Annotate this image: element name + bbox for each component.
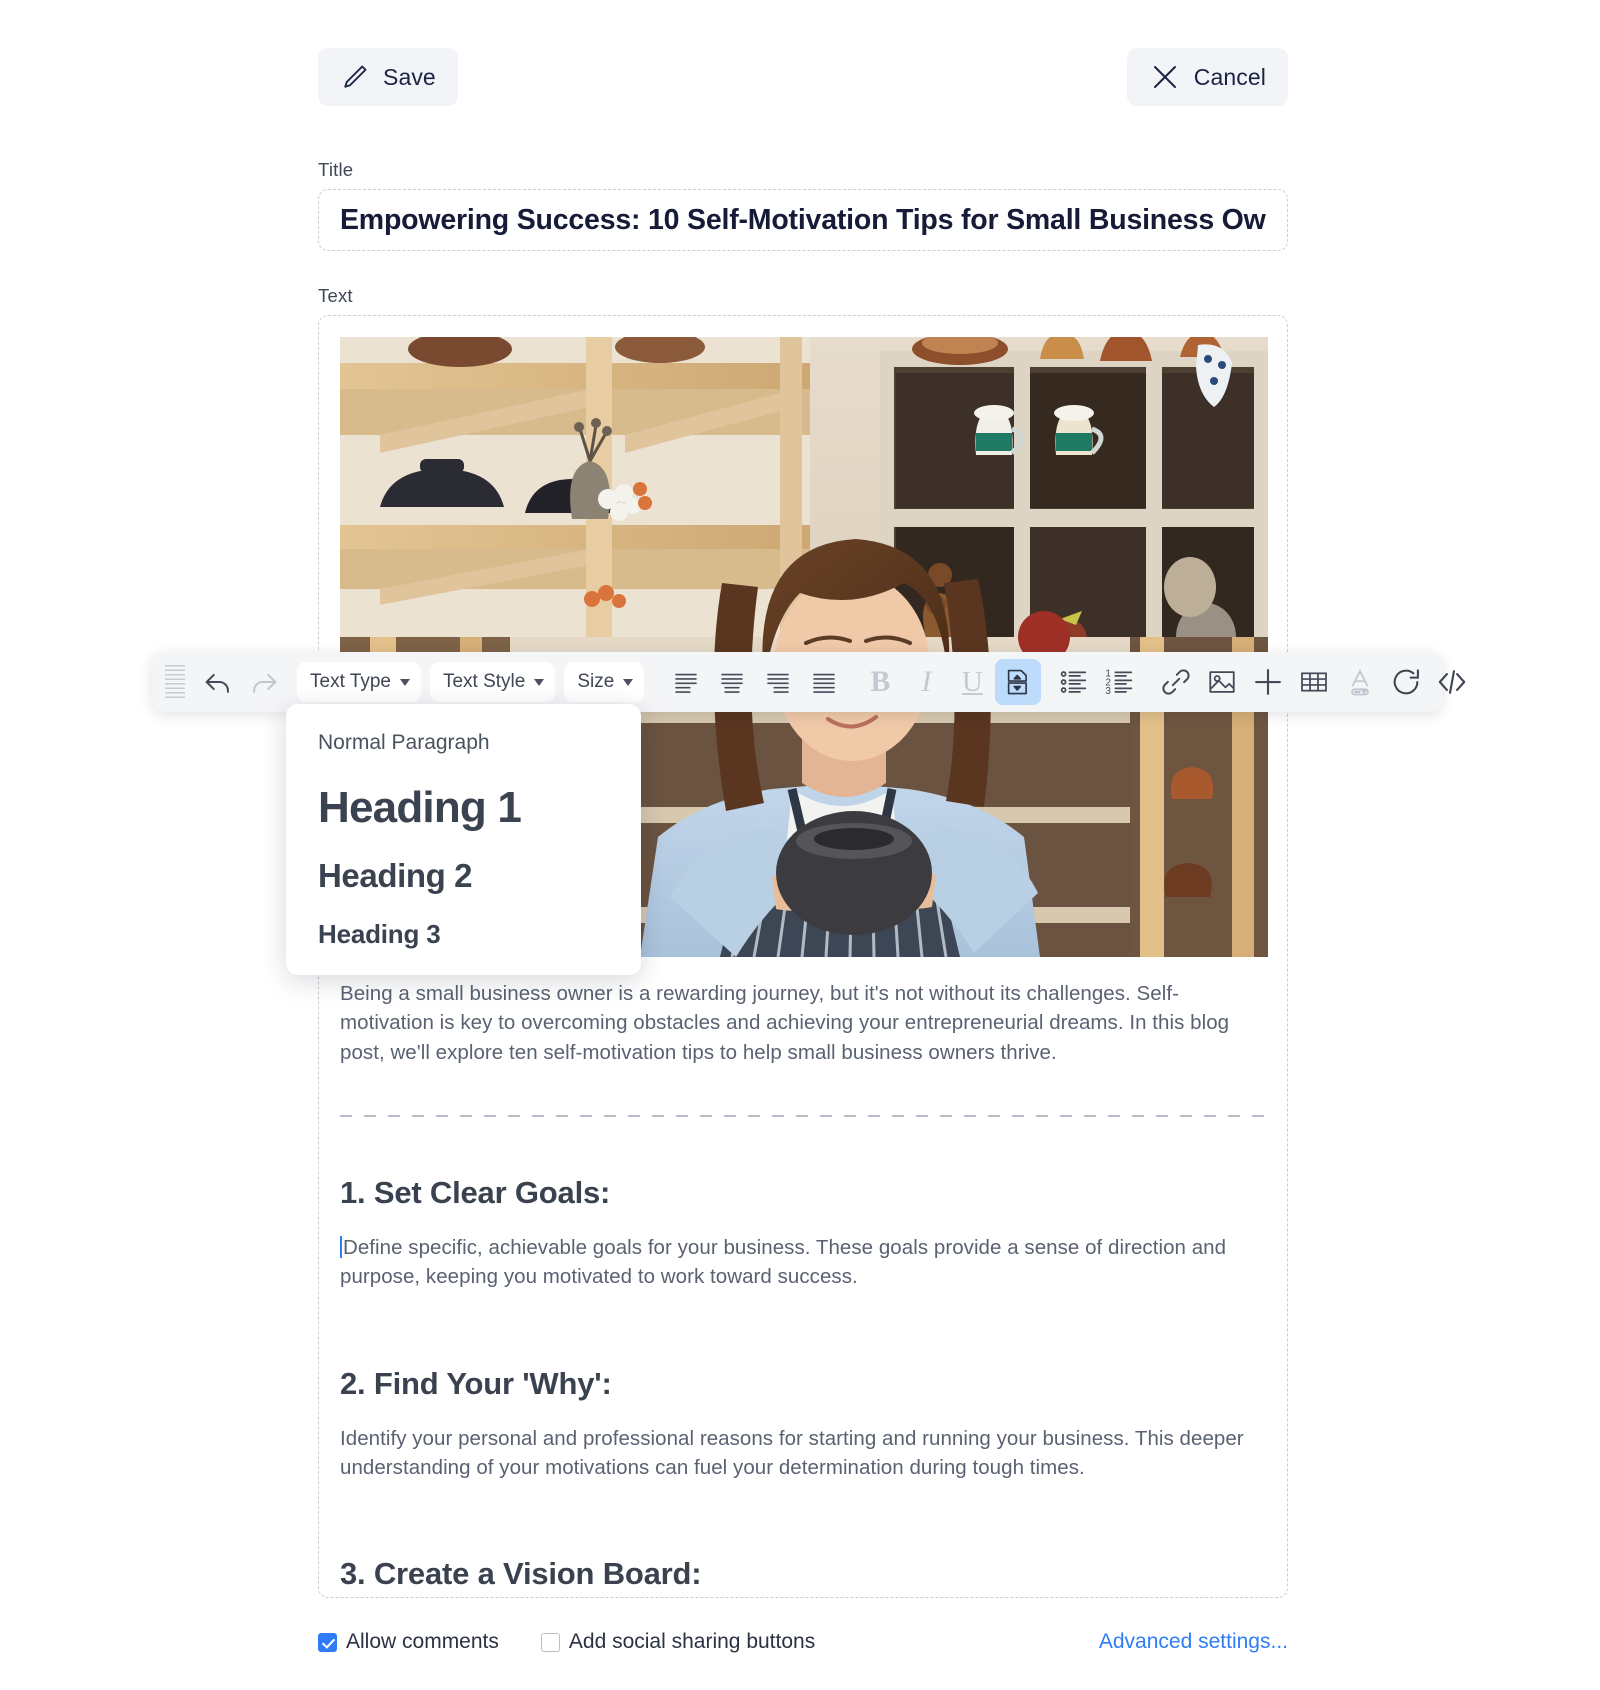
section-heading-1: 1. Set Clear Goals:: [340, 1174, 611, 1210]
numbered-list-icon[interactable]: 1 2 3: [1097, 659, 1143, 705]
save-button-label: Save: [383, 63, 436, 90]
allow-comments-label: Allow comments: [346, 1630, 499, 1653]
align-center-icon[interactable]: [709, 659, 755, 705]
text-type-dropdown[interactable]: Text Type: [297, 662, 421, 702]
title-input-value: Empowering Success: 10 Self-Motivation T…: [340, 203, 1266, 236]
menu-item-heading-1[interactable]: Heading 1: [286, 773, 641, 845]
cancel-button-label: Cancel: [1193, 63, 1266, 90]
underline-button-label: U: [961, 665, 983, 698]
image-icon[interactable]: [1199, 659, 1245, 705]
action-bar: Save Cancel: [318, 48, 1288, 106]
section-body-1: Define specific, achievable goals for yo…: [340, 1235, 1227, 1289]
editor-footer: Allow comments Add social sharing button…: [318, 1622, 1288, 1662]
chevron-down-icon: [623, 678, 634, 686]
plus-icon[interactable]: [1245, 659, 1291, 705]
social-sharing-checkbox[interactable]: Add social sharing buttons: [540, 1630, 816, 1654]
bold-button[interactable]: B: [857, 659, 903, 705]
text-field-label: Text: [318, 285, 353, 306]
undo-arrow-icon[interactable]: [195, 659, 241, 705]
menu-item-heading-3[interactable]: Heading 3: [286, 907, 641, 957]
menu-item-heading-2[interactable]: Heading 2: [286, 845, 641, 907]
section-heading-3: 3. Create a Vision Board:: [340, 1556, 702, 1592]
save-button[interactable]: Save: [318, 48, 458, 106]
italic-button-label: I: [921, 665, 932, 698]
text-style-dropdown[interactable]: Text Style: [429, 662, 556, 702]
page-break-icon[interactable]: [995, 659, 1042, 705]
allow-comments-checkbox-box[interactable]: [318, 1632, 337, 1652]
intro-paragraph: Being a small business owner is a reward…: [340, 982, 1230, 1064]
underline-button[interactable]: U: [949, 659, 995, 705]
size-dropdown-label: Size: [577, 671, 615, 692]
title-field-label: Title: [318, 159, 354, 180]
title-input[interactable]: Empowering Success: 10 Self-Motivation T…: [318, 189, 1288, 251]
chevron-down-icon: [534, 678, 545, 686]
align-right-icon[interactable]: [755, 659, 801, 705]
source-code-icon[interactable]: [1429, 659, 1475, 705]
toolbar-drag-handle[interactable]: [165, 665, 185, 699]
svg-text:3: 3: [1106, 686, 1112, 697]
table-icon[interactable]: [1291, 659, 1337, 705]
section-body-2: Identify your personal and professional …: [340, 1426, 1244, 1479]
align-justify-icon[interactable]: [801, 659, 847, 705]
align-left-icon[interactable]: [663, 659, 709, 705]
allow-comments-checkbox[interactable]: Allow comments: [318, 1630, 499, 1654]
redo-arrow-icon[interactable]: [241, 659, 287, 705]
bold-button-label: B: [870, 665, 891, 698]
refresh-icon[interactable]: [1383, 659, 1429, 705]
section-divider: [340, 1114, 1266, 1117]
size-dropdown[interactable]: Size: [564, 662, 645, 702]
font-color-icon[interactable]: [1337, 659, 1383, 705]
chevron-down-icon: [399, 678, 410, 686]
text-type-dropdown-label: Text Type: [310, 671, 391, 692]
advanced-settings-link[interactable]: Advanced settings...: [1099, 1630, 1288, 1654]
menu-item-normal-paragraph[interactable]: Normal Paragraph: [286, 724, 641, 773]
formatting-toolbar[interactable]: Text Type Text Style Size B I U 1 2 3: [152, 652, 1466, 712]
blog-post-editor-page: Save Cancel Title Empowering Success: 10…: [0, 0, 1600, 1690]
cancel-button[interactable]: Cancel: [1126, 48, 1288, 106]
editor-content[interactable]: Being a small business owner is a reward…: [319, 979, 1287, 1592]
social-sharing-checkbox-box[interactable]: [540, 1632, 560, 1652]
text-cursor: [340, 1235, 342, 1258]
italic-button[interactable]: I: [903, 659, 949, 705]
social-sharing-label: Add social sharing buttons: [568, 1630, 816, 1653]
pencil-icon: [340, 62, 370, 92]
bulleted-list-icon[interactable]: [1051, 659, 1097, 705]
text-type-dropdown-menu[interactable]: Normal Paragraph Heading 1 Heading 2 Hea…: [286, 704, 641, 975]
link-icon[interactable]: [1153, 659, 1199, 705]
section-heading-2: 2. Find Your 'Why':: [340, 1365, 612, 1401]
text-style-dropdown-label: Text Style: [442, 671, 526, 692]
close-x-icon: [1149, 61, 1181, 93]
